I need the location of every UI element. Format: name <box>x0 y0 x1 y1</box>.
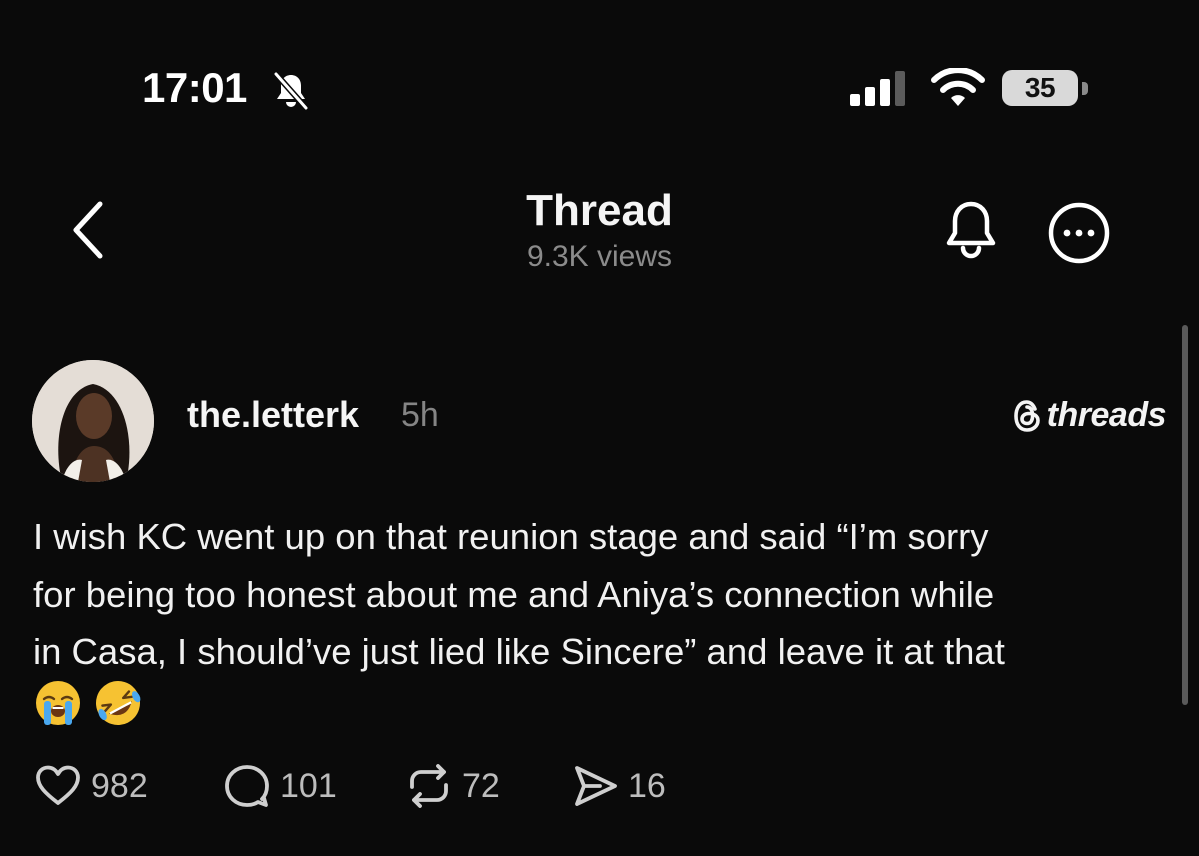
repost-count: 72 <box>462 766 500 805</box>
cellular-signal-icon <box>850 71 905 106</box>
repost-button[interactable]: 72 <box>404 760 500 812</box>
like-button[interactable]: 982 <box>33 760 148 812</box>
threads-logo-icon <box>1013 399 1040 432</box>
post-emojis <box>33 678 143 728</box>
battery-level: 35 <box>1024 72 1056 103</box>
threads-wordmark: threads <box>1046 396 1167 434</box>
status-time: 17:01 <box>142 64 247 111</box>
bell-slash-icon <box>273 72 309 110</box>
battery-indicator: 35 <box>1002 70 1092 108</box>
reply-button[interactable]: 101 <box>222 760 337 812</box>
threads-brand: threads <box>1011 396 1167 435</box>
comment-bubble-icon <box>225 765 269 807</box>
wifi-icon <box>931 68 985 106</box>
heart-icon <box>36 765 80 805</box>
scrollbar[interactable] <box>1182 325 1188 705</box>
bell-icon[interactable] <box>938 196 1004 266</box>
avatar-image <box>32 360 154 482</box>
battery-nub <box>1082 82 1088 95</box>
loudly-crying-face-icon <box>36 681 80 725</box>
battery-body: 35 <box>1002 70 1078 106</box>
like-count: 982 <box>91 766 148 805</box>
share-count: 16 <box>628 766 666 805</box>
page-title: Thread <box>526 186 673 235</box>
send-icon <box>575 766 617 806</box>
post-timestamp: 5h <box>401 396 439 434</box>
view-count: 9.3K views <box>526 240 673 273</box>
avatar[interactable] <box>32 360 154 482</box>
post-text: I wish KC went up on that reunion stage … <box>33 516 1005 672</box>
share-button[interactable]: 16 <box>570 760 666 812</box>
post-username[interactable]: the.letterk <box>187 394 359 436</box>
more-options-icon[interactable] <box>1046 200 1112 266</box>
rolling-on-floor-laughing-icon <box>96 681 141 725</box>
thread-screen: 17:01 35 Thread 9.3K views the.letterk 5… <box>0 0 1199 856</box>
repost-icon <box>410 764 448 808</box>
reply-count: 101 <box>280 766 337 805</box>
